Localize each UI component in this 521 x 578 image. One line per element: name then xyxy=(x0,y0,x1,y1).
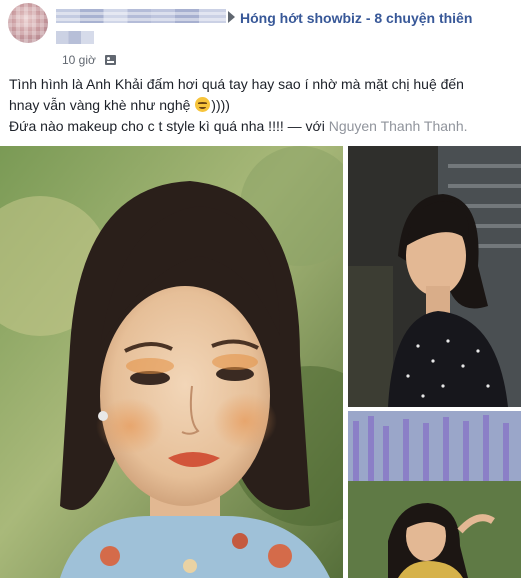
portrait-photo-top-right xyxy=(348,146,521,407)
facebook-post: Hóng hớt showbiz - 8 chuyện thiên 10 giờ… xyxy=(0,0,521,578)
post-timestamp[interactable]: 10 giờ xyxy=(62,53,96,67)
post-text-line-3: Đứa nào makeup cho c t style kì quá nha … xyxy=(9,116,514,137)
photo-main[interactable] xyxy=(0,146,343,578)
group-audience-icon[interactable] xyxy=(105,55,117,65)
portrait-photo-bottom-right xyxy=(348,411,521,578)
post-text-line-3a: Đứa nào makeup cho c t style kì quá nha … xyxy=(9,118,329,134)
post-text-line-2: hnay vẫn vàng khè như nghệ )))) xyxy=(9,95,514,116)
author-avatar[interactable] xyxy=(8,3,48,43)
group-name-link[interactable]: Hóng hớt showbiz - 8 chuyện thiên xyxy=(240,10,472,26)
post-text-line-2b: )))) xyxy=(211,97,230,113)
post-text-line-1: Tình hình là Anh Khải đấm hơi quá tay ha… xyxy=(9,76,464,92)
portrait-photo-main xyxy=(0,146,343,578)
author-name-redacted[interactable] xyxy=(56,9,226,23)
tagged-friend-link[interactable]: Nguyen Thanh Thanh. xyxy=(329,118,468,134)
post-text-line-2a: hnay vẫn vàng khè như nghệ xyxy=(9,97,191,113)
author-subtitle-redacted xyxy=(56,31,94,44)
photo-top-right[interactable] xyxy=(348,146,521,407)
smiling-face-emoji-icon xyxy=(195,97,211,112)
photo-bottom-right[interactable] xyxy=(348,411,521,578)
post-header: Hóng hớt showbiz - 8 chuyện thiên 10 giờ xyxy=(0,0,521,70)
post-meta: 10 giờ xyxy=(56,53,117,67)
triangle-right-icon xyxy=(228,11,235,23)
post-text: Tình hình là Anh Khải đấm hơi quá tay ha… xyxy=(9,74,514,137)
